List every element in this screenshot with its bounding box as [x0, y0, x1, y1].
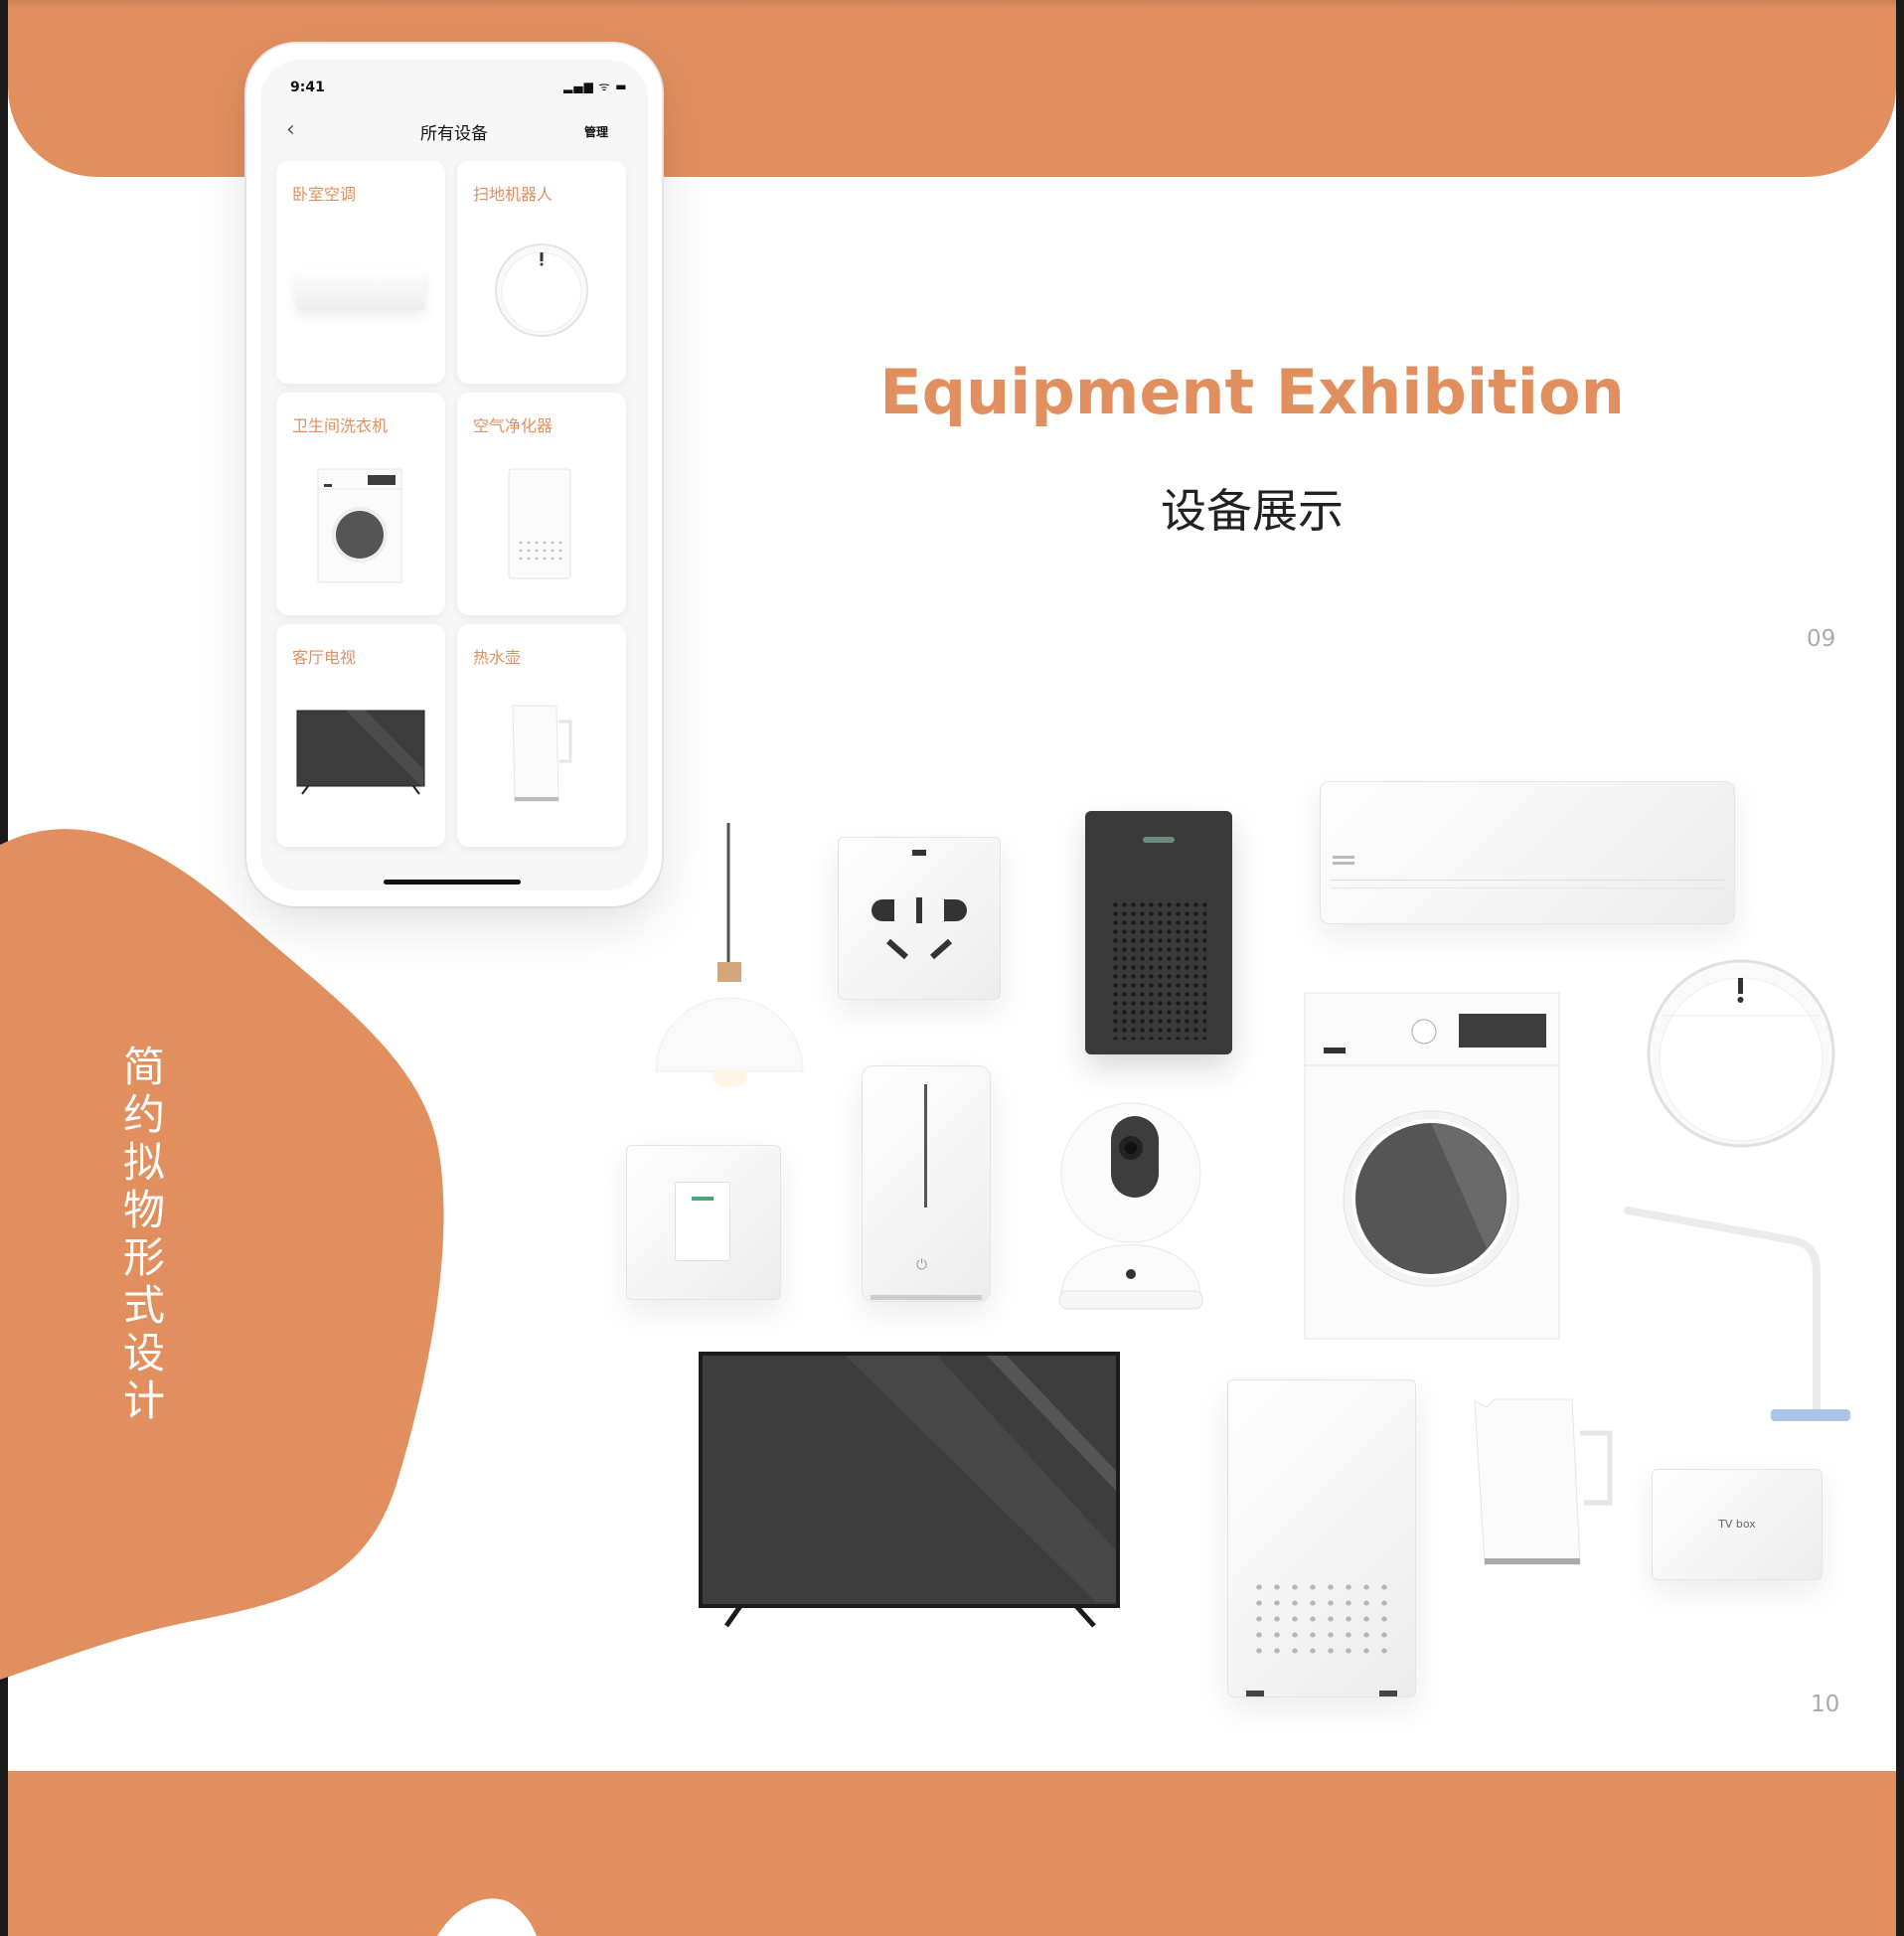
card-label: 扫地机器人 [473, 185, 554, 204]
partial-white-shape [437, 1898, 537, 1936]
washing-machine-icon [317, 468, 402, 583]
card-label: 卧室空调 [292, 185, 357, 204]
title-char: 简 [122, 1043, 165, 1091]
nav-title: 所有设备 [420, 124, 488, 144]
phone-screen: 9:41 ▂▄▆ ᯤ ▬ ‹ 所有设备 管理 卧室空调 扫地机器人 卫生间洗衣机 [260, 60, 648, 890]
heading-english: Equipment Exhibition [879, 356, 1625, 428]
card-label: 客厅电视 [292, 648, 357, 667]
tv-box-icon: TV box [1652, 1469, 1823, 1580]
large-television-icon [699, 1352, 1120, 1628]
kettle-icon [512, 705, 572, 802]
smart-speaker-icon [1085, 811, 1232, 1054]
robot-vacuum-icon [495, 243, 588, 337]
security-camera-icon [1058, 1102, 1203, 1310]
device-card-washing-machine[interactable]: 卫生间洗衣机 [276, 393, 445, 615]
air-purifier-icon [508, 468, 571, 579]
title-char: 设 [122, 1329, 165, 1377]
card-label: 空气净化器 [473, 416, 554, 435]
device-card-robot-vacuum[interactable]: 扫地机器人 [457, 161, 626, 384]
status-bar-icons: ▂▄▆ ᯤ ▬ [563, 80, 628, 93]
robot-vacuum-large-icon [1647, 959, 1835, 1148]
television-icon [296, 710, 425, 795]
vertical-title: 简 约 拟 物 形 式 设 计 [119, 1044, 169, 1425]
device-card-air-purifier[interactable]: 空气净化器 [457, 393, 626, 615]
device-card-television[interactable]: 客厅电视 [276, 624, 445, 847]
title-char: 形 [122, 1233, 165, 1282]
light-switch-icon [626, 1145, 781, 1300]
title-char: 物 [122, 1186, 165, 1234]
front-load-washer-icon [1304, 992, 1560, 1340]
back-arrow-icon[interactable]: ‹ [286, 117, 295, 142]
wall-air-conditioner-icon [1320, 781, 1735, 924]
manage-button[interactable]: 管理 [584, 123, 608, 140]
title-char: 拟 [122, 1138, 165, 1187]
page-number-bottom: 10 [1811, 1692, 1840, 1717]
right-edge [1896, 0, 1904, 1936]
desk-lamp-icon [1624, 1207, 1850, 1421]
home-indicator [384, 880, 521, 885]
electric-kettle-icon [1474, 1398, 1613, 1565]
orange-blob-decoration [0, 829, 444, 1680]
heading-chinese: 设备展示 [1161, 484, 1344, 538]
phone-mockup: 9:41 ▂▄▆ ᯤ ▬ ‹ 所有设备 管理 卧室空调 扫地机器人 卫生间洗衣机 [246, 44, 662, 906]
wall-socket-icon [838, 837, 1001, 1000]
title-char: 约 [122, 1090, 165, 1139]
page-number-top: 09 [1807, 626, 1836, 652]
card-label: 热水壶 [473, 648, 522, 667]
pendant-lamp-icon [655, 823, 804, 1087]
bottom-orange-band [8, 1771, 1896, 1936]
tv-box-label: TV box [1718, 1518, 1756, 1531]
title-char: 计 [122, 1376, 165, 1425]
air-purifier-large-icon [1227, 1379, 1416, 1697]
humidifier-icon: ⏻ [862, 1065, 991, 1302]
card-label: 卫生间洗衣机 [292, 416, 389, 435]
device-card-air-conditioner[interactable]: 卧室空调 [276, 161, 445, 384]
device-card-kettle[interactable]: 热水壶 [457, 624, 626, 847]
air-conditioner-icon [296, 270, 425, 310]
title-char: 式 [122, 1281, 165, 1330]
status-time: 9:41 [290, 80, 325, 95]
